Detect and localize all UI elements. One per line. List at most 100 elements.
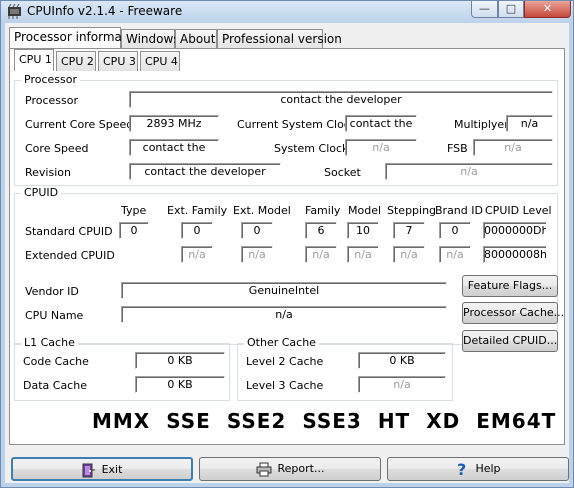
cpuid-header-ext-model: Ext. Model bbox=[233, 204, 291, 217]
ext-cpuid-level-field: 80000008h bbox=[483, 246, 547, 263]
minimize-icon: — bbox=[479, 2, 490, 15]
socket-field: n/a bbox=[385, 163, 553, 180]
ext-brand-id-field: n/a bbox=[439, 246, 471, 263]
window-title: CPUInfo v2.1.4 - Freeware bbox=[27, 4, 183, 18]
ext-ext-family-field: n/a bbox=[181, 246, 213, 263]
l1-cache-legend: L1 Cache bbox=[21, 336, 78, 349]
tab-cpu-3[interactable]: CPU 3 bbox=[98, 51, 138, 71]
tab-cpu-1[interactable]: CPU 1 bbox=[14, 49, 54, 71]
ext-model-field: n/a bbox=[347, 246, 379, 263]
tab-cpu-4[interactable]: CPU 4 bbox=[140, 51, 180, 71]
exit-door-icon bbox=[82, 463, 95, 477]
minimize-button[interactable]: — bbox=[471, 1, 498, 18]
revision-label: Revision bbox=[25, 166, 71, 179]
level-2-cache-label: Level 2 Cache bbox=[246, 355, 324, 368]
feature-em64t: EM64T bbox=[476, 409, 557, 433]
level-2-cache-field: 0 KB bbox=[358, 352, 446, 369]
processor-group: Processor Processor contact the develope… bbox=[14, 73, 558, 186]
cpu-name-label: CPU Name bbox=[25, 309, 84, 322]
help-button[interactable]: ? Help bbox=[387, 457, 569, 481]
processor-cache-button[interactable]: Processor Cache... bbox=[462, 302, 564, 324]
feature-mmx: MMX bbox=[92, 409, 151, 433]
multiplier-label: Multiplyer bbox=[454, 118, 509, 131]
code-cache-field: 0 KB bbox=[135, 352, 225, 369]
vendor-id-field: GenuineIntel bbox=[121, 282, 447, 299]
multiplier-field: n/a bbox=[506, 115, 553, 132]
feature-list: MMX SSE SSE2 SSE3 HT XD EM64T bbox=[92, 409, 572, 433]
feature-sse: SSE bbox=[166, 409, 211, 433]
std-model-field: 10 bbox=[347, 222, 379, 239]
cpuid-header-stepping: Stepping bbox=[387, 204, 437, 217]
maximize-button[interactable]: □ bbox=[498, 1, 524, 18]
close-button[interactable]: ✕ bbox=[524, 1, 571, 18]
standard-cpuid-label: Standard CPUID bbox=[25, 225, 113, 238]
core-speed-field: 2893 MHz bbox=[129, 115, 219, 132]
processor-legend: Processor bbox=[21, 73, 80, 86]
question-mark-icon: ? bbox=[457, 461, 466, 477]
level-3-cache-label: Level 3 Cache bbox=[246, 379, 324, 392]
ext-stepping-field: n/a bbox=[393, 246, 425, 263]
title-bar[interactable]: CPUInfo v2.1.4 - Freeware — □ ✕ bbox=[1, 1, 573, 23]
maximize-icon: □ bbox=[505, 2, 517, 15]
level-3-cache-field: n/a bbox=[358, 376, 446, 393]
l1-cache-group: L1 Cache Code Cache 0 KB Data Cache 0 KB bbox=[14, 336, 230, 401]
fsb-label: FSB bbox=[447, 142, 468, 155]
feature-sse3: SSE3 bbox=[302, 409, 362, 433]
processor-info-panel: CPU 1 CPU 2 CPU 3 CPU 4 Processor Proces… bbox=[9, 48, 565, 445]
cpu-name-field: n/a bbox=[121, 306, 447, 323]
close-icon: ✕ bbox=[542, 2, 553, 15]
current-system-clock-label: Current System Clock bbox=[237, 118, 357, 131]
tab-processor-information[interactable]: Processor information bbox=[9, 27, 145, 49]
processor-label: Processor bbox=[25, 94, 78, 107]
code-cache-label: Code Cache bbox=[23, 355, 89, 368]
revision-field: contact the developer bbox=[129, 163, 281, 180]
cpuid-header-level: CPUID Level bbox=[485, 204, 552, 217]
std-cpuid-level-field: 0000000Dh bbox=[483, 222, 547, 239]
ext-family-field: n/a bbox=[305, 246, 337, 263]
system-clock-field: n/a bbox=[345, 139, 417, 156]
other-cache-legend: Other Cache bbox=[244, 336, 319, 349]
client-area: Processor information Windows About Prof… bbox=[5, 23, 569, 483]
cpuid-header-brand-id: Brand ID bbox=[435, 204, 483, 217]
feature-ht: HT bbox=[377, 409, 411, 433]
current-system-clock-field: contact the bbox=[345, 115, 417, 132]
ext-ext-model-field: n/a bbox=[241, 246, 273, 263]
detailed-cpuid-button[interactable]: Detailed CPUID... bbox=[462, 330, 558, 352]
system-clock-label: System Clock bbox=[274, 142, 349, 155]
report-label: Report... bbox=[277, 462, 325, 475]
std-ext-family-field: 0 bbox=[181, 222, 213, 239]
core-speed-label: Current Core Speed bbox=[25, 118, 134, 131]
std-type-field: 0 bbox=[119, 222, 149, 239]
svg-text:?: ? bbox=[457, 461, 466, 477]
tab-professional-version[interactable]: Professional version bbox=[217, 29, 342, 49]
data-cache-label: Data Cache bbox=[23, 379, 87, 392]
data-cache-field: 0 KB bbox=[135, 376, 225, 393]
std-stepping-field: 7 bbox=[393, 222, 425, 239]
fsb-field: n/a bbox=[473, 139, 553, 156]
feature-sse2: SSE2 bbox=[226, 409, 287, 433]
cpuid-header-model: Model bbox=[348, 204, 382, 217]
std-ext-model-field: 0 bbox=[241, 222, 273, 239]
std-family-field: 6 bbox=[305, 222, 337, 239]
vendor-id-label: Vendor ID bbox=[25, 285, 79, 298]
tab-windows[interactable]: Windows bbox=[121, 29, 180, 49]
socket-label: Socket bbox=[324, 166, 361, 179]
printer-icon bbox=[256, 462, 272, 476]
exit-button[interactable]: Exit bbox=[11, 457, 193, 481]
cpuid-header-family: Family bbox=[305, 204, 341, 217]
tab-cpu-2[interactable]: CPU 2 bbox=[56, 51, 96, 71]
other-cache-group: Other Cache Level 2 Cache 0 KB Level 3 C… bbox=[237, 336, 453, 401]
cpuid-header-ext-family: Ext. Family bbox=[167, 204, 228, 217]
feature-flags-button[interactable]: Feature Flags... bbox=[462, 275, 558, 297]
help-label: Help bbox=[475, 462, 501, 475]
std-brand-id-field: 0 bbox=[439, 222, 471, 239]
tab-about[interactable]: About bbox=[175, 29, 217, 49]
extended-cpuid-label: Extended CPUID bbox=[25, 249, 115, 262]
core-speed-2-field: contact the bbox=[129, 139, 219, 156]
report-button[interactable]: Report... bbox=[199, 457, 381, 481]
core-speed-2-label: Core Speed bbox=[25, 142, 89, 155]
feature-xd: XD bbox=[426, 409, 461, 433]
chip-icon bbox=[8, 4, 21, 19]
exit-label: Exit bbox=[101, 463, 123, 476]
processor-field: contact the developer bbox=[129, 91, 553, 108]
